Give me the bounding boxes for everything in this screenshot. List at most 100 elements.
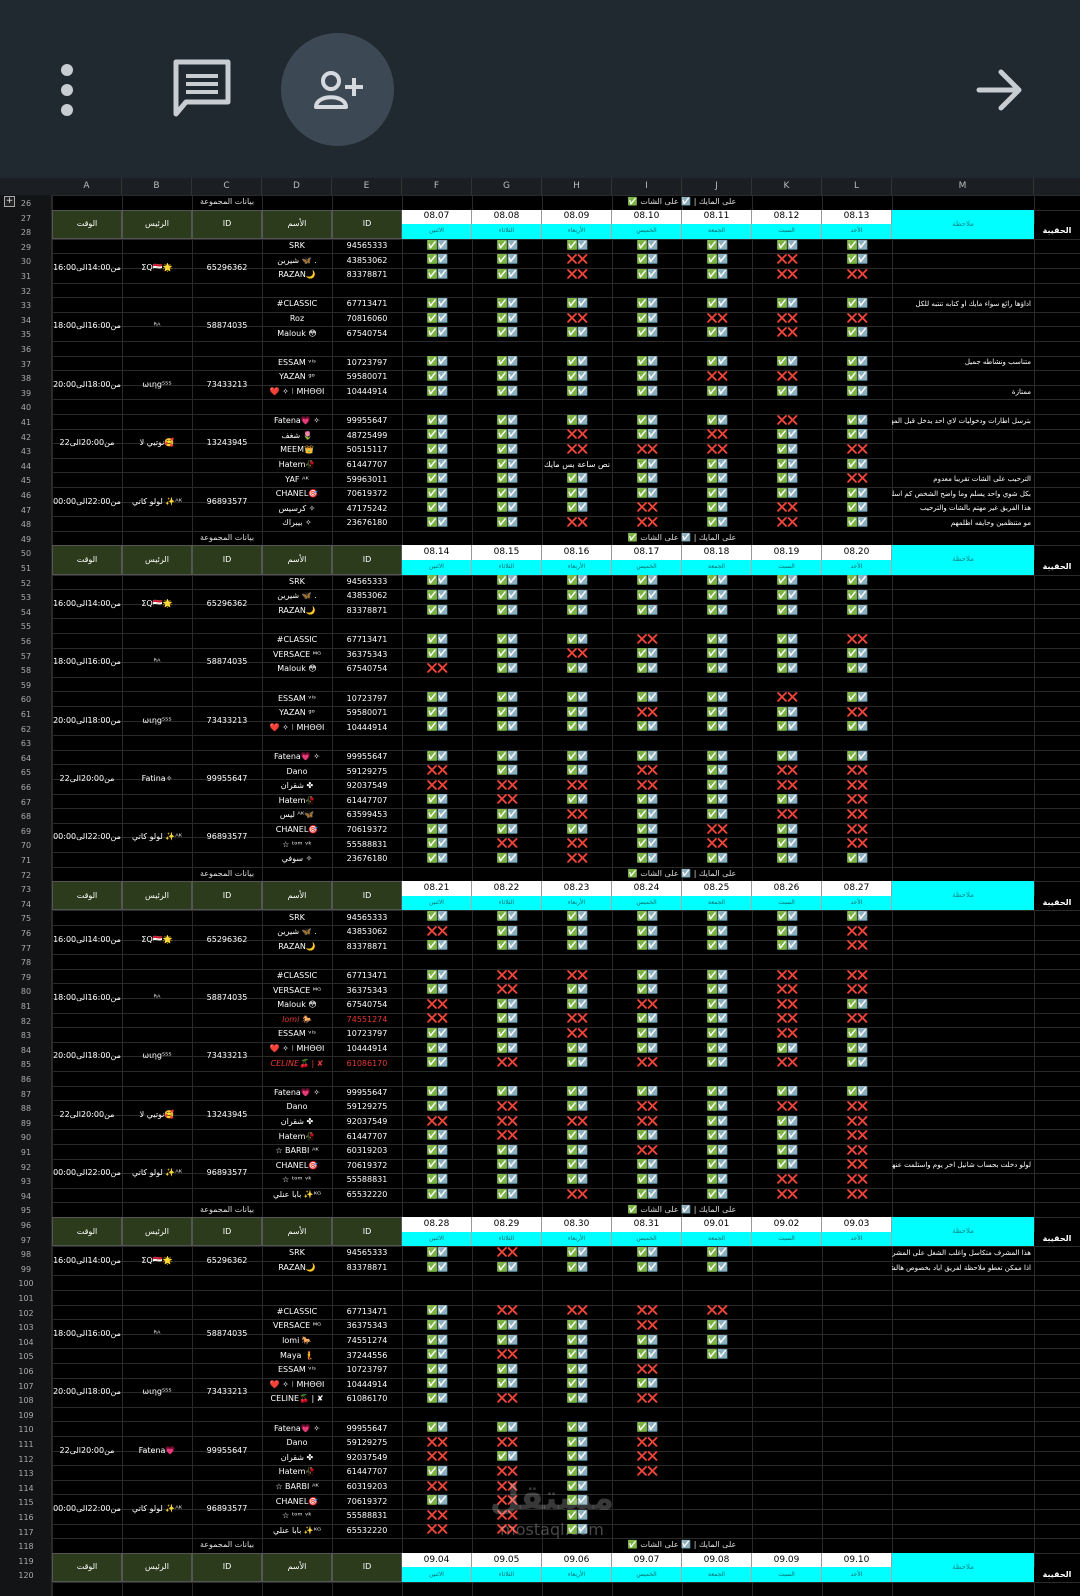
member-id[interactable]: 92037549: [332, 779, 402, 794]
column-header-i[interactable]: I: [612, 178, 682, 195]
attendance-mark[interactable]: ✅☑️: [472, 662, 542, 677]
member-note[interactable]: لولو دخلت بحساب شانيل اخر يوم واستلمت عن…: [892, 1159, 1034, 1174]
attendance-mark[interactable]: ❌❌: [822, 925, 892, 940]
attendance-mark[interactable]: ❌❌: [472, 779, 542, 794]
day-name[interactable]: الخميس: [612, 560, 682, 575]
row-number[interactable]: 51: [0, 562, 52, 577]
shift-time[interactable]: من20:00الى22: [52, 750, 122, 808]
date-header[interactable]: 09.09: [752, 1552, 822, 1568]
attendance-mark[interactable]: ❌❌: [542, 312, 612, 327]
day-name[interactable]: السبت: [752, 1567, 822, 1582]
attendance-mark[interactable]: ✅☑️: [822, 604, 892, 619]
member-id[interactable]: 36375343: [332, 648, 402, 663]
row-number[interactable]: 98: [0, 1248, 52, 1263]
attendance-mark[interactable]: ✅☑️: [472, 326, 542, 341]
spreadsheet[interactable]: ABCDEFGHIJKLM + 26 27 28 29 30 31 32 33 34 35 36 37…: [0, 178, 1080, 1596]
attendance-mark[interactable]: ✅☑️: [612, 1013, 682, 1028]
attendance-mark[interactable]: ✅☑️: [472, 253, 542, 268]
member-id[interactable]: 83378871: [332, 268, 402, 283]
member-id[interactable]: 43853062: [332, 589, 402, 604]
attendance-mark[interactable]: ✅☑️: [682, 1188, 752, 1203]
attendance-mark[interactable]: ✅☑️: [472, 1144, 542, 1159]
member-name[interactable]: ESSAM ᵛⁱˢ: [262, 356, 332, 371]
attendance-mark[interactable]: ✅☑️: [402, 1261, 472, 1276]
date-header[interactable]: 08.17: [612, 545, 682, 560]
day-name[interactable]: الأحد: [822, 1567, 892, 1582]
member-id[interactable]: 55588831: [332, 1509, 402, 1524]
day-name[interactable]: الخميس: [612, 1567, 682, 1582]
attendance-mark[interactable]: ✅☑️: [612, 575, 682, 590]
attendance-mark[interactable]: ✅☑️: [402, 1465, 472, 1480]
member-id[interactable]: 36375343: [332, 983, 402, 998]
attendance-mark[interactable]: ✅☑️: [752, 472, 822, 487]
row-number[interactable]: 95: [0, 1204, 52, 1219]
attendance-mark[interactable]: ✅☑️: [402, 1100, 472, 1115]
attendance-mark[interactable]: [682, 1509, 752, 1524]
attendance-mark[interactable]: ❌❌: [752, 691, 822, 706]
member-name[interactable]: Fatena💗 ✧: [262, 750, 332, 765]
leader-id[interactable]: 96893577: [192, 1144, 262, 1202]
member-name[interactable]: شيرين 🦋 .: [262, 925, 332, 940]
attendance-mark[interactable]: ❌❌: [822, 940, 892, 955]
leader-id[interactable]: 13243945: [192, 1086, 262, 1144]
attendance-mark[interactable]: [752, 1480, 822, 1495]
attendance-mark[interactable]: ✅☑️: [402, 1334, 472, 1349]
date-header[interactable]: 08.20: [822, 545, 892, 560]
leader-header[interactable]: الرئيس: [122, 881, 192, 911]
attendance-mark[interactable]: ✅☑️: [472, 239, 542, 254]
attendance-mark[interactable]: ✅☑️: [472, 910, 542, 925]
attendance-mark[interactable]: ✅☑️: [472, 750, 542, 765]
attendance-mark[interactable]: ❌❌: [682, 837, 752, 852]
attendance-mark[interactable]: ✅☑️: [682, 721, 752, 736]
attendance-mark[interactable]: ✅☑️: [682, 779, 752, 794]
attendance-mark[interactable]: ❌❌: [472, 1305, 542, 1320]
attendance-mark[interactable]: ✅☑️: [472, 852, 542, 867]
leader-id[interactable]: 73433213: [192, 1027, 262, 1085]
attendance-mark[interactable]: ✅☑️: [752, 1086, 822, 1101]
date-header[interactable]: 08.14: [402, 545, 472, 560]
attendance-mark[interactable]: ✅☑️: [472, 648, 542, 663]
attendance-mark[interactable]: ❌❌: [472, 1392, 542, 1407]
row-number[interactable]: 94: [0, 1190, 52, 1205]
member-id[interactable]: 47175242: [332, 502, 402, 517]
attendance-mark[interactable]: ✅☑️: [822, 910, 892, 925]
leader-header[interactable]: الرئيس: [122, 1217, 192, 1247]
attendance-mark[interactable]: ✅☑️: [402, 268, 472, 283]
day-name[interactable]: الثلاثاء: [472, 1567, 542, 1582]
notes-header[interactable]: ملاحظة: [892, 545, 1034, 575]
attendance-mark[interactable]: ✅☑️: [612, 1173, 682, 1188]
date-header[interactable]: 08.07: [402, 209, 472, 225]
attendance-mark[interactable]: ✅☑️: [612, 239, 682, 254]
attendance-mark[interactable]: ✅☑️: [542, 604, 612, 619]
attendance-mark[interactable]: ✅☑️: [542, 1392, 612, 1407]
row-number[interactable]: 85: [0, 1058, 52, 1073]
member-name[interactable]: lomi 🐎: [262, 1013, 332, 1028]
member-name[interactable]: ☆ BARBI ᴬᴷ: [262, 1144, 332, 1159]
attendance-mark[interactable]: ❌❌: [822, 472, 892, 487]
day-name[interactable]: السبت: [752, 560, 822, 575]
attendance-mark[interactable]: ✅☑️: [682, 1159, 752, 1174]
attendance-mark[interactable]: ✅☑️: [682, 910, 752, 925]
attendance-mark[interactable]: ✅☑️: [682, 516, 752, 531]
member-id[interactable]: 63599453: [332, 808, 402, 823]
row-number[interactable]: 67: [0, 796, 52, 811]
attendance-mark[interactable]: ✅☑️: [612, 940, 682, 955]
attendance-mark[interactable]: ✅☑️: [822, 297, 892, 312]
row-number[interactable]: 115: [0, 1496, 52, 1511]
shift-leader[interactable]: ωιηg⁵⁵⁵: [122, 1363, 192, 1421]
shift-time[interactable]: من18:00الى20:00: [52, 356, 122, 414]
member-id[interactable]: 99955647: [332, 1086, 402, 1101]
member-id[interactable]: 10444914: [332, 721, 402, 736]
row-number[interactable]: 78: [0, 956, 52, 971]
attendance-mark[interactable]: ✅☑️: [402, 1159, 472, 1174]
member-id[interactable]: 60319203: [332, 1144, 402, 1159]
member-id[interactable]: 67540754: [332, 662, 402, 677]
attendance-mark[interactable]: ✅☑️: [752, 297, 822, 312]
member-name[interactable]: CHANEL🎯: [262, 1159, 332, 1174]
attendance-mark[interactable]: ✅☑️: [612, 823, 682, 838]
legend-banner[interactable]: ✅ على المايك | ☑️ على الشات: [612, 1202, 752, 1217]
attendance-mark[interactable]: ✅☑️: [752, 1159, 822, 1174]
day-name[interactable]: الجمعة: [682, 1567, 752, 1582]
shift-leader[interactable]: ωιηg⁵⁵⁵: [122, 356, 192, 414]
row-number[interactable]: 91: [0, 1146, 52, 1161]
